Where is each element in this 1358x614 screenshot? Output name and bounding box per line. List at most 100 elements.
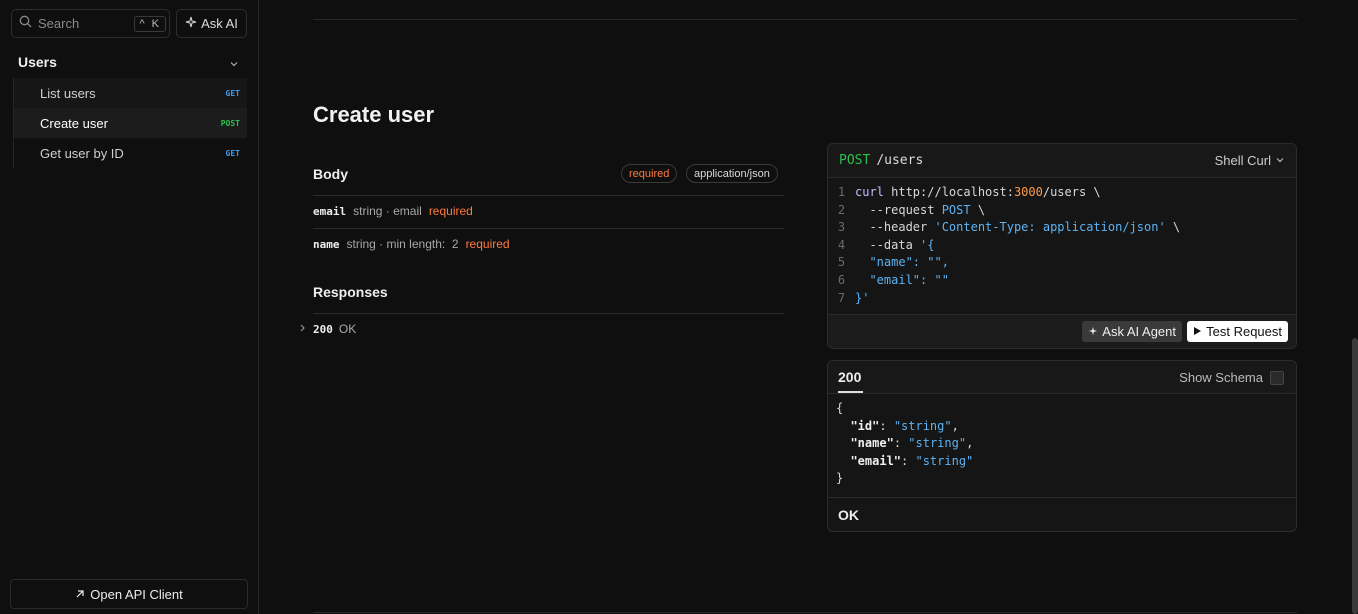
ask-ai-button[interactable]: Ask AI bbox=[176, 9, 247, 38]
sidebar-item-label: Get user by ID bbox=[40, 145, 124, 161]
response-card-header: 200 Show Schema bbox=[828, 361, 1296, 394]
code-token: }' bbox=[855, 290, 870, 305]
line-number: 6 bbox=[837, 272, 846, 287]
param-required: required bbox=[465, 237, 510, 251]
code-token: \ bbox=[1165, 220, 1181, 235]
method-badge: POST bbox=[220, 118, 240, 128]
response-row-200[interactable]: 200 OK bbox=[298, 322, 356, 336]
code-line: "id": "string", bbox=[836, 418, 1296, 436]
responses-heading: Responses bbox=[313, 284, 388, 300]
sidebar-item-label: Create user bbox=[40, 115, 108, 131]
tab-active-indicator bbox=[838, 391, 863, 393]
code-line: 7 }' bbox=[828, 290, 1296, 308]
param-name: name bbox=[313, 238, 340, 251]
sidebar-group-users[interactable]: Users bbox=[10, 50, 247, 74]
sidebar-item-create-user[interactable]: Create user POST bbox=[13, 108, 247, 138]
code-token: "name": "", bbox=[855, 255, 949, 270]
code-line: { bbox=[836, 401, 844, 415]
divider bbox=[313, 313, 784, 314]
code-token: \ bbox=[970, 202, 986, 217]
line-number: 1 bbox=[837, 185, 846, 199]
arrow-up-right-icon bbox=[75, 587, 85, 602]
response-text: OK bbox=[338, 322, 357, 336]
code-token: 'Content-Type: application/json' bbox=[934, 220, 1166, 235]
scrollbar[interactable] bbox=[1352, 338, 1358, 614]
sidebar: Search ^ K Ask AI Users List users GET C… bbox=[0, 0, 259, 614]
param-type: string · min length: 2 bbox=[346, 237, 459, 251]
test-request-button[interactable]: Test Request bbox=[1187, 321, 1288, 342]
test-request-label: Test Request bbox=[1206, 324, 1282, 339]
line-number: 5 bbox=[837, 255, 846, 270]
line-number: 7 bbox=[837, 290, 846, 305]
show-schema-checkbox[interactable] bbox=[1270, 370, 1284, 385]
line-number: 2 bbox=[837, 202, 846, 217]
line-number: 4 bbox=[837, 237, 846, 252]
code-line: } bbox=[836, 471, 844, 486]
show-schema-toggle[interactable]: Show Schema bbox=[1179, 370, 1284, 385]
param-type: string · email bbox=[353, 204, 422, 218]
chevron-right-icon bbox=[298, 322, 307, 336]
sidebar-nav: List users GET Create user POST Get user… bbox=[10, 78, 247, 168]
response-example-card: 200 Show Schema { "id": "string", "name"… bbox=[827, 360, 1297, 532]
param-required: required bbox=[428, 204, 473, 218]
sparkle-icon bbox=[185, 16, 197, 31]
code-token: '{ bbox=[920, 237, 935, 252]
show-schema-label: Show Schema bbox=[1179, 370, 1263, 385]
request-path: /users bbox=[876, 153, 924, 168]
json-value: "string" bbox=[893, 418, 952, 433]
ask-ai-label: Ask AI bbox=[201, 16, 238, 31]
search-placeholder: Search bbox=[38, 16, 80, 31]
method-badge: GET bbox=[225, 148, 240, 158]
page-title: Create user bbox=[313, 102, 435, 127]
chevron-down-icon bbox=[1275, 153, 1285, 168]
sidebar-item-list-users[interactable]: List users GET bbox=[13, 78, 247, 108]
sparkle-icon bbox=[1088, 324, 1098, 339]
code-line: 4 --data '{ bbox=[828, 237, 1296, 255]
json-key: "name" bbox=[850, 436, 894, 451]
divider bbox=[313, 19, 1297, 20]
method-badge: GET bbox=[225, 88, 240, 98]
divider bbox=[313, 228, 784, 229]
sidebar-group-label: Users bbox=[18, 54, 57, 70]
ask-ai-agent-label: Ask AI Agent bbox=[1102, 324, 1176, 339]
code-token: POST bbox=[941, 202, 971, 217]
chevron-down-icon bbox=[229, 56, 239, 72]
sidebar-item-get-user-by-id[interactable]: Get user by ID GET bbox=[13, 138, 247, 168]
open-api-client-label: Open API Client bbox=[90, 586, 183, 602]
request-method: POST bbox=[839, 153, 871, 168]
code-token: http://localhost: bbox=[883, 185, 1014, 199]
code-line: 3 --header 'Content-Type: application/js… bbox=[828, 219, 1296, 237]
code-line: 5 "name": "", bbox=[828, 254, 1296, 272]
tab-200[interactable]: 200 bbox=[838, 369, 861, 385]
json-value: "string" bbox=[908, 436, 967, 451]
response-code: 200 bbox=[313, 322, 333, 336]
language-label: Shell Curl bbox=[1214, 153, 1271, 168]
content-type-badge: application/json bbox=[686, 164, 778, 183]
code-block: 1 curl http://localhost: 3000/users \ 2 --… bbox=[828, 178, 1296, 307]
code-line: 1 curl http://localhost: 3000/users \ bbox=[828, 184, 1296, 202]
search-input[interactable]: Search ^ K bbox=[11, 9, 170, 38]
response-json: { "id": "string", "name": "string", "ema… bbox=[828, 394, 1296, 488]
code-token: --data bbox=[855, 237, 921, 252]
search-shortcut: ^ K bbox=[134, 15, 166, 32]
param-row-name: name string · min length: 2 required bbox=[313, 237, 510, 251]
code-line: "email": "string" bbox=[836, 453, 1296, 471]
code-token: "email": "" bbox=[855, 272, 949, 287]
code-token: curl bbox=[855, 185, 884, 199]
search-icon bbox=[19, 15, 32, 33]
open-api-client-button[interactable]: Open API Client bbox=[10, 579, 248, 609]
ask-ai-agent-button[interactable]: Ask AI Agent bbox=[1082, 321, 1182, 342]
language-select[interactable]: Shell Curl bbox=[1215, 153, 1285, 168]
json-key: "id" bbox=[850, 418, 880, 433]
request-card-footer: Ask AI Agent Test Request bbox=[828, 314, 1296, 348]
code-token: 3000 bbox=[1013, 185, 1043, 199]
line-number: 3 bbox=[837, 220, 846, 235]
code-line: "name": "string", bbox=[836, 435, 1296, 453]
play-icon bbox=[1193, 324, 1202, 339]
code-line: 6 "email": "" bbox=[828, 272, 1296, 290]
json-value: "string" bbox=[915, 453, 974, 468]
code-token: /users \ bbox=[1042, 185, 1101, 199]
code-token: --header bbox=[855, 220, 935, 235]
sidebar-item-label: List users bbox=[40, 85, 96, 101]
json-key: "email" bbox=[850, 453, 902, 468]
